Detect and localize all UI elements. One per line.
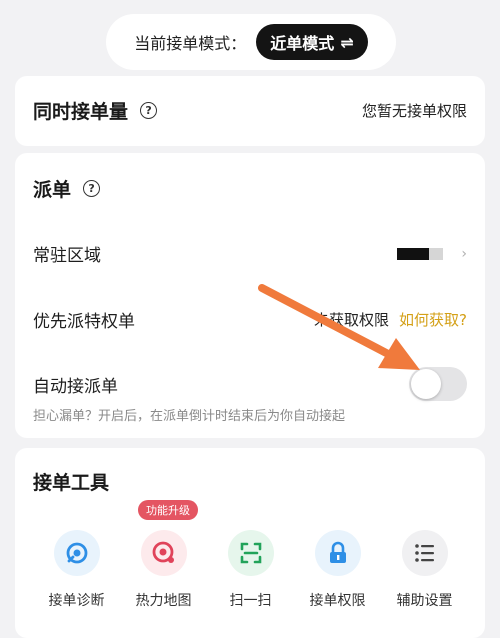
tool-heatmap[interactable]: 功能升级 热力地图 [120, 500, 207, 610]
tool-label: 热力地图 [135, 593, 192, 609]
tool-label: 辅助设置 [396, 593, 453, 609]
auto-accept-label: 自动接派单 [33, 376, 118, 397]
tool-label: 接单诊断 [48, 593, 105, 609]
priority-label: 优先派特权单 [33, 312, 135, 332]
tool-label: 扫一扫 [229, 593, 272, 609]
diagnosis-icon [53, 530, 100, 576]
order-volume-card: 同时接单量 ? 您暂无接单权限 [15, 76, 485, 146]
upgrade-badge: 功能升级 [138, 500, 198, 520]
tools-card: 接单工具 接单诊断 功能升级 热力地图 扫一扫 接单权限 辅助设置 [15, 448, 485, 638]
area-value-redacted: › [397, 246, 467, 262]
toggle-knob [411, 369, 441, 399]
auto-accept-hint: 担心漏单？开启后，在派单倒计时结束后为你自动接起 [33, 409, 346, 424]
how-to-get-link[interactable]: 如何获取? [399, 309, 467, 330]
scan-icon [227, 530, 274, 576]
area-row[interactable]: 常驻区域 › [33, 241, 467, 267]
priority-status: 未获取权限 [314, 311, 390, 329]
priority-row: 优先派特权单 未获取权限 如何获取? [33, 307, 467, 332]
dispatch-card: 派单 ? 常驻区域 › 优先派特权单 未获取权限 如何获取? 自动接派单 担心漏… [15, 153, 485, 438]
help-icon[interactable]: ? [83, 180, 101, 197]
tools-title: 接单工具 [33, 472, 110, 494]
help-icon[interactable]: ? [140, 102, 158, 119]
tool-permission[interactable]: 接单权限 [294, 530, 381, 610]
list-icon [401, 530, 448, 576]
mode-pill: 当前接单模式： 近单模式 ⇌ [106, 14, 396, 70]
mode-switch-button[interactable]: 近单模式 ⇌ [256, 24, 368, 60]
tools-grid: 接单诊断 功能升级 热力地图 扫一扫 接单权限 辅助设置 [33, 500, 475, 610]
mode-value: 近单模式 [270, 34, 335, 53]
lock-icon [314, 530, 361, 576]
mode-label: 当前接单模式： [134, 34, 247, 53]
dispatch-title: 派单 [33, 179, 72, 201]
auto-accept-toggle[interactable] [409, 367, 467, 401]
auto-accept-row: 自动接派单 [33, 367, 467, 401]
tool-settings[interactable]: 辅助设置 [381, 530, 468, 610]
heatmap-icon [140, 530, 187, 576]
chevron-right-icon: › [461, 245, 467, 262]
tool-label: 接单权限 [309, 593, 366, 609]
swap-icon: ⇌ [340, 32, 354, 52]
volume-title: 同时接单量 [33, 101, 129, 123]
tool-scan[interactable]: 扫一扫 [207, 530, 294, 610]
area-label: 常驻区域 [33, 246, 101, 266]
tool-diagnosis[interactable]: 接单诊断 [33, 530, 120, 610]
volume-status: 您暂无接单权限 [361, 102, 467, 120]
